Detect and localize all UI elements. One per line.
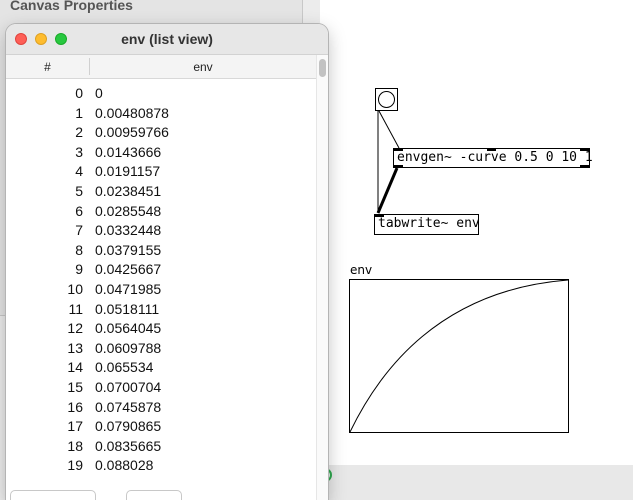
row-index: 5 (75, 182, 83, 199)
row-index: 6 (75, 202, 83, 219)
list-row[interactable]: 14 0.065534 (6, 359, 316, 379)
row-index: 12 (67, 320, 83, 337)
canvas-properties-title: Canvas Properties (10, 0, 133, 13)
row-value[interactable]: 0.088028 (95, 457, 153, 473)
row-index: 11 (68, 300, 83, 317)
list-row[interactable]: 17 0.0790865 (6, 418, 316, 438)
patch-bottom-area (320, 465, 633, 500)
row-index: 14 (67, 359, 83, 376)
scrollbar-thumb[interactable] (319, 59, 326, 77)
list-row[interactable]: 15 0.0700704 (6, 379, 316, 399)
envgen-object[interactable]: envgen~ -curve 0.5 0 10 1 (393, 148, 593, 168)
row-value[interactable]: 0.0700704 (95, 379, 161, 395)
array-name-label: env (350, 263, 373, 277)
tabwrite-object-text: tabwrite~ env (378, 216, 480, 231)
list-row[interactable]: 11 0.0518111 (6, 301, 316, 321)
row-index: 8 (75, 241, 83, 258)
list-row[interactable]: 12 0.0564045 (6, 320, 316, 340)
row-value[interactable]: 0.0238451 (95, 183, 161, 199)
list-view-titlebar[interactable]: env (list view) (6, 24, 328, 55)
row-value[interactable]: 0 (95, 85, 103, 101)
row-value[interactable]: 0.00959766 (95, 124, 169, 140)
list-scrollbar[interactable] (316, 55, 328, 500)
row-index: 0 (75, 85, 83, 101)
row-value[interactable]: 0.0745878 (95, 399, 161, 415)
row-value[interactable]: 0.0332448 (95, 222, 161, 238)
envgen-inlet-right[interactable] (580, 148, 589, 151)
tabwrite-object[interactable]: tabwrite~ env (374, 214, 480, 235)
row-value[interactable]: 0.0609788 (95, 340, 161, 356)
row-value[interactable]: 0.0790865 (95, 418, 161, 434)
envgen-inlet-middle[interactable] (487, 148, 496, 151)
array-graph[interactable] (349, 279, 569, 433)
row-index: 7 (75, 222, 83, 239)
row-index: 3 (75, 143, 83, 160)
list-row[interactable]: 2 0.00959766 (6, 124, 316, 144)
row-index: 10 (67, 280, 83, 297)
list-row[interactable]: 10 0.0471985 (6, 281, 316, 301)
envelope-curve-line (350, 280, 568, 432)
row-value[interactable]: 0.00480878 (95, 105, 169, 121)
tabwrite-inlet[interactable] (375, 214, 384, 217)
row-index: 19 (67, 457, 83, 474)
row-index: 15 (67, 378, 83, 395)
list-view-window: env (list view) # env 0 0 1 0.00480878 2 0.00… (6, 24, 328, 500)
list-row[interactable]: 6 0.0285548 (6, 203, 316, 223)
list-row[interactable]: 19 0.088028 (6, 457, 316, 477)
envgen-outlet-left[interactable] (394, 165, 403, 168)
row-index: 17 (67, 418, 83, 435)
list-row[interactable]: 1 0.00480878 (6, 105, 316, 125)
list-row[interactable]: 00 (6, 85, 316, 105)
row-value[interactable]: 0.0191157 (95, 163, 160, 179)
row-value[interactable]: 0.065534 (95, 359, 153, 375)
row-index: 1 (75, 104, 83, 121)
envgen-inlet-left[interactable] (394, 148, 403, 151)
row-index: 2 (75, 124, 83, 141)
column-header-value[interactable]: env (90, 60, 316, 74)
envgen-outlet-right[interactable] (580, 165, 589, 168)
bang-button[interactable] (375, 88, 398, 111)
list-column-header: # env (6, 55, 316, 79)
column-header-index[interactable]: # (6, 60, 89, 74)
row-value[interactable]: 0.0471985 (95, 281, 161, 297)
list-row[interactable]: 3 0.0143666 (6, 144, 316, 164)
row-value[interactable]: 0.0143666 (95, 144, 161, 160)
list-rows: 0 0 1 0.00480878 2 0.00959766 3 0.0143666 4 0.019… (6, 85, 316, 477)
list-row[interactable]: 7 0.0332448 (6, 222, 316, 242)
row-value[interactable]: 0.0564045 (95, 320, 161, 336)
list-view-title: env (list view) (121, 31, 213, 47)
row-index: 13 (67, 339, 83, 356)
array-curve (350, 280, 568, 432)
envgen-object-text: envgen~ -curve 0.5 0 10 1 (397, 150, 593, 165)
row-value[interactable]: 0.0285548 (95, 203, 161, 219)
list-row[interactable]: 8 0.0379155 (6, 242, 316, 262)
row-value[interactable]: 0.0835665 (95, 438, 161, 454)
row-index: 4 (75, 163, 83, 180)
list-row[interactable]: 18 0.0835665 (6, 438, 316, 458)
list-row[interactable]: 16 0.0745878 (6, 399, 316, 419)
row-value[interactable]: 0.0425667 (95, 261, 161, 277)
row-index: 16 (67, 398, 83, 415)
list-row[interactable]: 9 0.0425667 (6, 261, 316, 281)
row-value[interactable]: 0.0379155 (95, 242, 161, 258)
list-row[interactable]: 4 0.0191157 (6, 163, 316, 183)
row-value[interactable]: 0.0518111 (95, 301, 159, 317)
bang-circle-icon (378, 91, 395, 108)
bottom-control-middle[interactable] (126, 490, 182, 500)
list-row[interactable]: 5 0.0238451 (6, 183, 316, 203)
list-row[interactable]: 13 0.0609788 (6, 340, 316, 360)
row-index: 9 (75, 261, 83, 278)
bottom-control-left[interactable] (10, 490, 96, 500)
row-index: 18 (67, 437, 83, 454)
